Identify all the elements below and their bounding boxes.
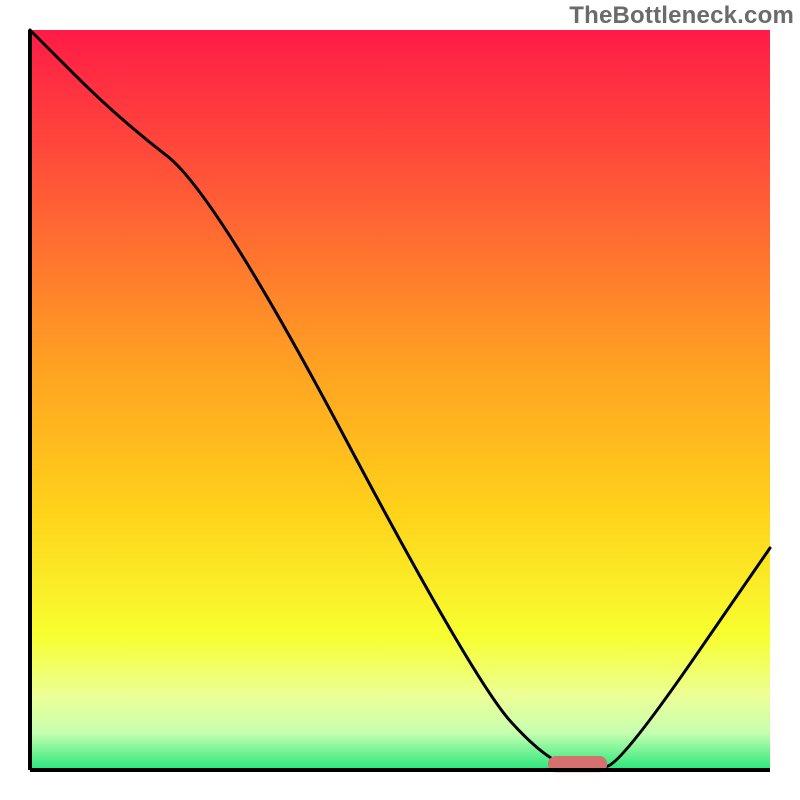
bottleneck-chart — [0, 0, 800, 800]
plot-background — [30, 30, 770, 770]
watermark-text: TheBottleneck.com — [569, 2, 794, 30]
